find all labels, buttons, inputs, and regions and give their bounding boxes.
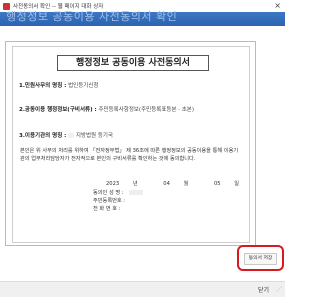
- date-day: 05 일: [214, 181, 240, 187]
- consent-person-label: 동의인: [93, 190, 108, 196]
- close-icon[interactable]: ×: [274, 0, 281, 12]
- close-button[interactable]: 닫기: [258, 285, 269, 294]
- id-number-label: 주민등록번호 :: [93, 198, 126, 204]
- signature-id-row: 주민등록번호 :: [93, 197, 125, 204]
- consent-body: 본인은 위 사무의 처리를 위하여 「전자정부법」 제 36조에 따른 행정정보…: [20, 148, 239, 162]
- date-year: 2023 년: [106, 181, 138, 187]
- redacted-text: [129, 190, 144, 195]
- field-agency-name: 3.이용기관의 명칭 : 지방법원 등기국: [19, 131, 113, 139]
- field-shared-info: 2.공동이용 행정정보(구비서류) : 주민등록사항정보(주민등록표등본 · 초…: [19, 105, 194, 113]
- field-label: 1.민원사무의 명칭 :: [19, 83, 67, 89]
- app-icon: [3, 2, 10, 10]
- field-value: 법인등기신청: [68, 83, 99, 89]
- bottom-bar: 닫기 ⋰: [0, 281, 285, 297]
- name-label: 성 명 :: [108, 190, 124, 196]
- redacted-text: [68, 133, 75, 138]
- field-value: 주민등록사항정보(주민등록표등본 · 초본): [98, 107, 195, 113]
- date-month: 04 월: [163, 181, 189, 187]
- field-label: 3.이용기관의 명칭 :: [19, 133, 67, 139]
- signature-name-row: 동의인 성 명 :: [93, 189, 144, 196]
- field-label: 2.공동이용 행정정보(구비서류) :: [19, 107, 97, 113]
- content-area: 행정정보 공동이용 사전동의서 1.민원사무의 명칭 : 법인등기신청 2.공동…: [0, 26, 285, 271]
- banner-title: 행정정보 공동이용 사전동의서 확인: [6, 10, 178, 23]
- header-banner: 행정정보 공동이용 사전동의서 확인: [0, 10, 285, 26]
- resize-grip-icon[interactable]: ⋰: [276, 286, 282, 293]
- signature-phone-row: 전 화 번 호 :: [93, 205, 120, 212]
- save-button-highlight: 동의서 저장: [237, 245, 284, 271]
- window-title: 사전동의서 확인 -- 웹 페이지 대화 상자: [13, 4, 104, 10]
- field-value: 지방법원 등기국: [75, 133, 114, 139]
- field-service-name: 1.민원사무의 명칭 : 법인등기신청: [19, 81, 99, 89]
- phone-label: 전 화 번 호 :: [93, 206, 121, 212]
- consent-document: 행정정보 공동이용 사전동의서 1.민원사무의 명칭 : 법인등기신청 2.공동…: [12, 46, 250, 243]
- document-title: 행정정보 공동이용 사전동의서: [57, 55, 209, 71]
- save-consent-button[interactable]: 동의서 저장: [244, 253, 277, 265]
- consent-date: 2023 년 04 월 05 일: [106, 180, 263, 187]
- document-frame: 행정정보 공동이용 사전동의서 1.민원사무의 명칭 : 법인등기신청 2.공동…: [5, 41, 256, 246]
